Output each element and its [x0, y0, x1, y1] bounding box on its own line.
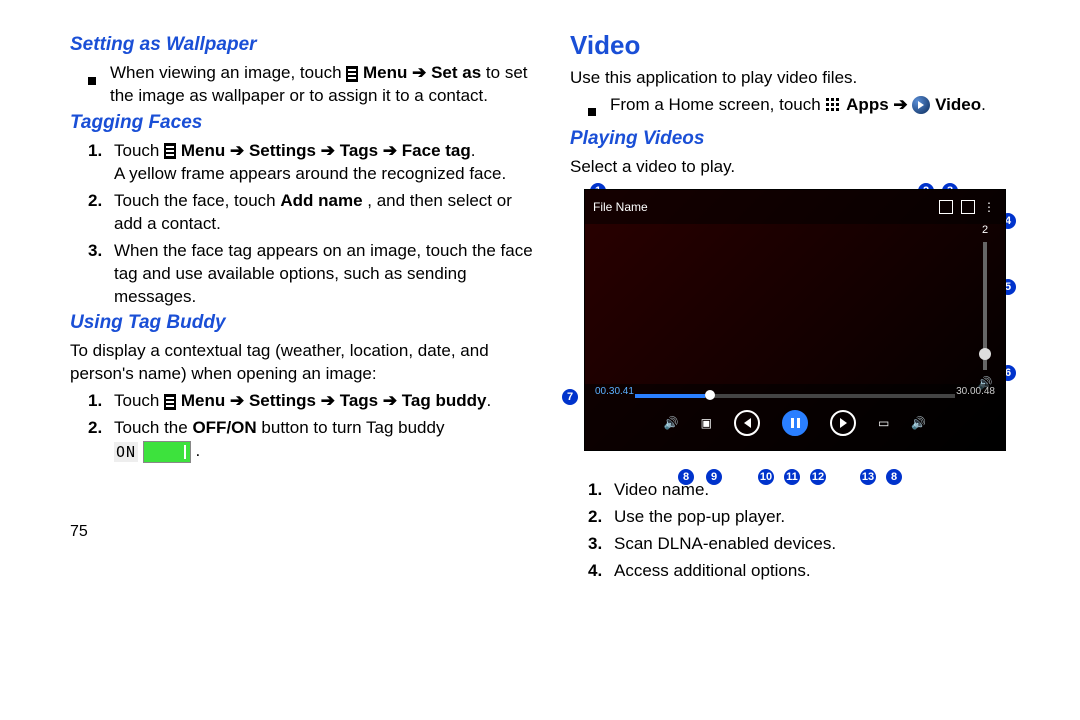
volume-slider: 2 🔊 [973, 224, 997, 390]
video-player-mock: File Name ⋮ 2 🔊 00.30.41 30.00.48 [584, 189, 1006, 451]
volume-btn-icon: 🔊 [664, 416, 679, 430]
legend-item-2: 2.Use the pop-up player. [588, 506, 1040, 529]
callout-11: 11 [784, 469, 800, 485]
right-column: Video Use this application to play video… [570, 30, 1040, 587]
bullet-wallpaper: When viewing an image, touch Menu ➔ Set … [88, 62, 540, 108]
callout-13: 13 [860, 469, 876, 485]
video-app-icon [912, 96, 930, 114]
toggle-on-icon [143, 441, 191, 463]
callout-8b: 8 [886, 469, 902, 485]
bullet-video-nav: From a Home screen, touch Apps ➔ Video. [588, 94, 1040, 124]
callout-10: 10 [758, 469, 774, 485]
step-buddy-2: 2. Touch the OFF/ON button to turn Tag b… [88, 417, 540, 463]
video-intro: Use this application to play video files… [570, 67, 1040, 90]
menu-icon [164, 143, 176, 159]
callout-7: 7 [562, 389, 578, 405]
callout-9: 9 [706, 469, 722, 485]
left-column: Setting as Wallpaper When viewing an ima… [70, 30, 540, 587]
heading-video: Video [570, 30, 1040, 61]
on-label: ON [114, 442, 138, 462]
progress-bar [635, 394, 955, 398]
step-facetag-3: 3. When the face tag appears on an image… [88, 240, 540, 309]
aspect-icon: ▭ [878, 416, 889, 430]
step-facetag-2: 2. Touch the face, touch Add name , and … [88, 190, 540, 236]
next-button [830, 410, 856, 436]
square-bullet-icon [88, 69, 96, 108]
heading-tagging-faces: Tagging Faces [70, 112, 540, 134]
apps-icon [825, 97, 841, 113]
prev-button [734, 410, 760, 436]
pause-button [782, 410, 808, 436]
screenshot-icon: ▣ [701, 416, 712, 430]
tag-buddy-intro: To display a contextual tag (weather, lo… [70, 340, 540, 386]
heading-tag-buddy: Using Tag Buddy [70, 312, 540, 334]
volume-btn-icon-2: 🔊 [911, 416, 926, 430]
callout-12: 12 [810, 469, 826, 485]
menu-icon [346, 66, 358, 82]
player-filename: File Name [593, 200, 648, 214]
square-bullet-icon [588, 101, 596, 124]
playing-intro: Select a video to play. [570, 156, 1040, 179]
callout-8: 8 [678, 469, 694, 485]
video-player-diagram: 1 2 3 4 5 6 7 8 9 10 11 12 13 8 File Nam… [570, 189, 1040, 451]
legend-item-4: 4.Access additional options. [588, 560, 1040, 583]
step-buddy-1: 1. Touch Menu ➔ Settings ➔ Tags ➔ Tag bu… [88, 390, 540, 413]
menu-icon [164, 394, 176, 410]
popup-player-icon [939, 200, 953, 214]
dlna-icon [961, 200, 975, 214]
legend-item-3: 3.Scan DLNA-enabled devices. [588, 533, 1040, 556]
heading-playing-videos: Playing Videos [570, 128, 1040, 150]
step-facetag-1: 1. Touch Menu ➔ Settings ➔ Tags ➔ Face t… [88, 140, 540, 186]
heading-setting-wallpaper: Setting as Wallpaper [70, 34, 540, 56]
time-total: 30.00.48 [956, 386, 995, 397]
time-current: 00.30.41 [595, 386, 634, 397]
page-number: 75 [70, 523, 540, 541]
more-icon: ⋮ [983, 200, 997, 214]
